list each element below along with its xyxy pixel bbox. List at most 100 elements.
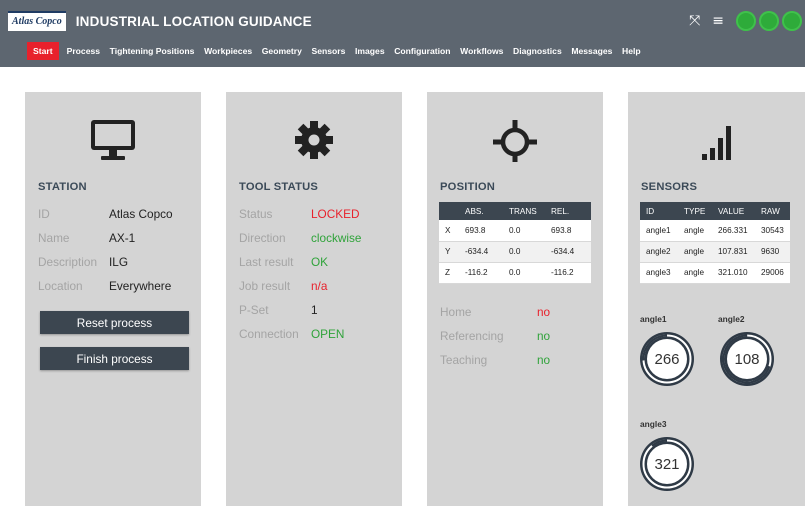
- table-cell: 107.831: [712, 241, 755, 263]
- menu-item-images[interactable]: Images: [355, 46, 385, 56]
- field-label: Description: [38, 255, 98, 269]
- table-cell: -634.4: [459, 241, 503, 263]
- column-header: [439, 202, 459, 220]
- table-cell: 0.0: [503, 262, 545, 284]
- gauge-angle1: 266: [638, 330, 696, 388]
- atlas-copco-logo: Atlas Copco: [8, 11, 66, 31]
- table-cell: -116.2: [459, 262, 503, 284]
- crosshair-icon: [493, 120, 537, 162]
- table-cell: angle3: [640, 262, 678, 284]
- table-cell: 0.0: [503, 241, 545, 263]
- column-header-raw: RAW: [755, 202, 790, 220]
- field-label: ID: [38, 207, 50, 221]
- monitor-icon: [91, 120, 135, 160]
- station-panel: STATION ID Atlas Copco Name AX-1 Descrip…: [25, 92, 201, 506]
- app-header: Atlas Copco INDUSTRIAL LOCATION GUIDANCE…: [0, 0, 805, 67]
- field-label: P-Set: [239, 303, 269, 317]
- expand-icon[interactable]: ⤧: [689, 13, 700, 29]
- table-cell: Z: [439, 262, 459, 284]
- field-value: clockwise: [311, 231, 362, 245]
- gauge-label-angle1: angle1: [640, 314, 667, 324]
- menu-item-workflows[interactable]: Workflows: [460, 46, 503, 56]
- field-value: OK: [311, 255, 329, 269]
- field-value: n/a: [311, 279, 328, 293]
- menu-item-geometry[interactable]: Geometry: [262, 46, 302, 56]
- menu-item-help[interactable]: Help: [622, 46, 641, 56]
- flag-value: no: [537, 353, 551, 367]
- gauge-angle3: 321: [638, 435, 696, 493]
- reset-process-button[interactable]: Reset process: [40, 311, 189, 334]
- field-label: Connection: [239, 327, 299, 341]
- position-panel: POSITION ABS. TRANS REL. X 693.8 0.0 693…: [427, 92, 603, 506]
- position-table: ABS. TRANS REL. X 693.8 0.0 693.8 Y -634…: [439, 202, 591, 284]
- table-cell: 0.0: [503, 220, 545, 242]
- menu-item-configuration[interactable]: Configuration: [394, 46, 450, 56]
- gauge-label-angle3: angle3: [640, 419, 667, 429]
- table-cell: angle2: [640, 241, 678, 263]
- main-menu: Start Process Tightening Positions Workp…: [27, 41, 650, 61]
- sensors-title: SENSORS: [641, 181, 698, 193]
- table-cell: angle1: [640, 220, 678, 242]
- table-row: Z -116.2 0.0 -116.2: [439, 262, 591, 284]
- field-label: Last result: [239, 255, 294, 269]
- field-label: Direction: [239, 231, 286, 245]
- field-label: Name: [38, 231, 70, 245]
- sensors-table: ID TYPE VALUE RAW angle1 angle 266.331 3…: [640, 202, 790, 284]
- table-row: angle2 angle 107.831 9630: [640, 241, 790, 263]
- field-value: ILG: [109, 255, 129, 269]
- column-header-value: VALUE: [712, 202, 755, 220]
- column-header-rel: REL.: [545, 202, 591, 220]
- table-cell: 693.8: [459, 220, 503, 242]
- table-cell: 266.331: [712, 220, 755, 242]
- table-cell: angle: [678, 262, 712, 284]
- table-cell: 321.010: [712, 262, 755, 284]
- gauge-label-angle2: angle2: [718, 314, 745, 324]
- field-value: LOCKED: [311, 207, 360, 221]
- tool-status-title: TOOL STATUS: [239, 181, 319, 193]
- table-cell: 30543: [755, 220, 790, 242]
- table-cell: 693.8: [545, 220, 591, 242]
- gear-icon: [295, 121, 333, 159]
- signal-bars-icon: [702, 126, 731, 160]
- gauge-value: 108: [734, 350, 760, 368]
- tool-status-panel: TOOL STATUS Status LOCKED Direction cloc…: [226, 92, 402, 506]
- position-title: POSITION: [440, 181, 496, 193]
- field-value: OPEN: [311, 327, 345, 341]
- flag-value: no: [537, 305, 551, 319]
- app-title: INDUSTRIAL LOCATION GUIDANCE: [75, 13, 312, 29]
- table-cell: angle: [678, 241, 712, 263]
- field-label: Job result: [239, 279, 291, 293]
- gauge-value: 321: [654, 455, 680, 473]
- flag-label: Referencing: [440, 329, 504, 343]
- flag-label: Home: [440, 305, 472, 319]
- menu-item-process[interactable]: Process: [67, 46, 100, 56]
- hamburger-icon[interactable]: ≡: [712, 13, 724, 29]
- column-header-id: ID: [640, 202, 678, 220]
- table-row: X 693.8 0.0 693.8: [439, 220, 591, 242]
- table-cell: 29006: [755, 262, 790, 284]
- column-header-abs: ABS.: [459, 202, 503, 220]
- flag-label: Teaching: [440, 353, 488, 367]
- field-label: Status: [239, 207, 273, 221]
- table-row: angle3 angle 321.010 29006: [640, 262, 790, 284]
- menu-item-diagnostics[interactable]: Diagnostics: [513, 46, 562, 56]
- table-cell: 9630: [755, 241, 790, 263]
- station-title: STATION: [38, 181, 87, 193]
- finish-process-button[interactable]: Finish process: [40, 347, 189, 370]
- menu-item-tightening-positions[interactable]: Tightening Positions: [110, 46, 195, 56]
- menu-item-workpieces[interactable]: Workpieces: [204, 46, 252, 56]
- field-value: Atlas Copco: [109, 207, 173, 221]
- table-cell: Y: [439, 241, 459, 263]
- field-value: 1: [311, 303, 318, 317]
- status-indicator-3: [782, 11, 802, 31]
- status-indicator-1: [736, 11, 756, 31]
- gauge-angle2: 108: [718, 330, 776, 388]
- menu-item-sensors[interactable]: Sensors: [311, 46, 345, 56]
- table-cell: -634.4: [545, 241, 591, 263]
- sensors-panel: SENSORS ID TYPE VALUE RAW angle1 angle 2…: [628, 92, 805, 506]
- menu-item-start[interactable]: Start: [27, 42, 59, 60]
- table-cell: -116.2: [545, 262, 591, 284]
- table-row: angle1 angle 266.331 30543: [640, 220, 790, 242]
- table-cell: angle: [678, 220, 712, 242]
- menu-item-messages[interactable]: Messages: [571, 46, 612, 56]
